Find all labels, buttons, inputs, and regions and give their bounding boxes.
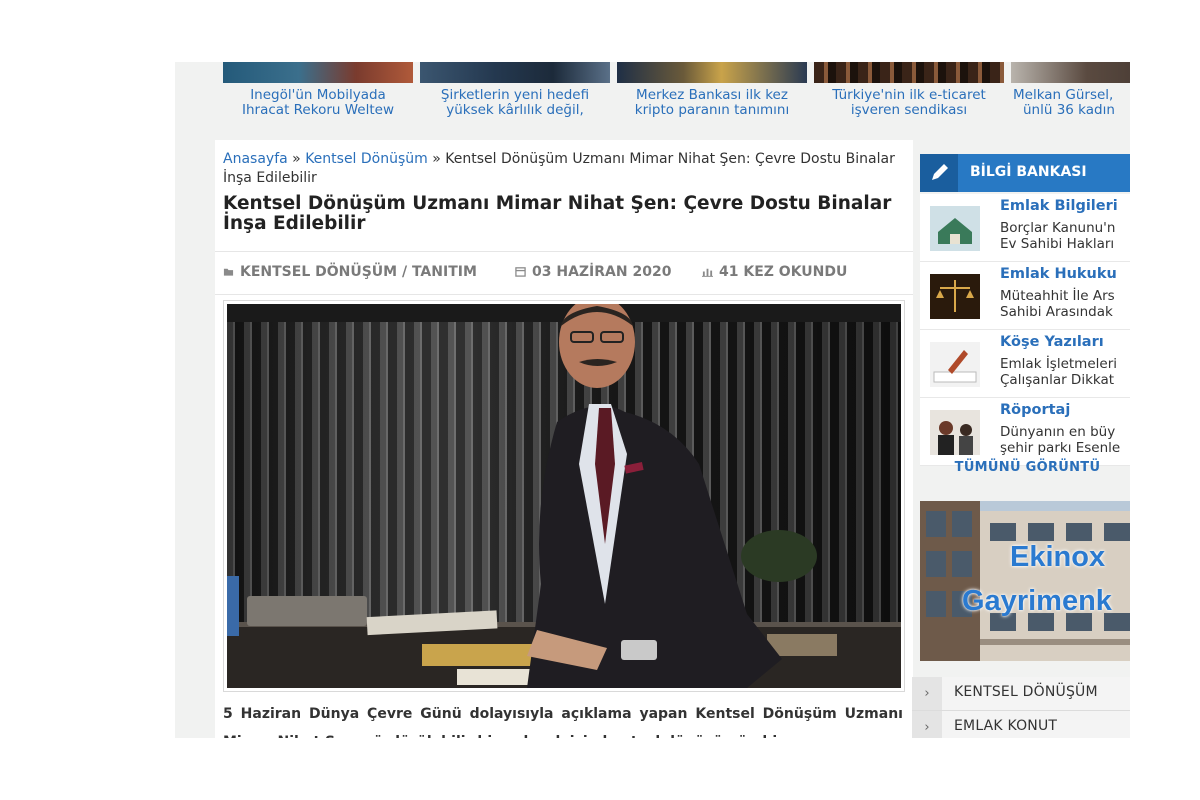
breadcrumb-category-link[interactable]: Kentsel Dönüşüm: [305, 151, 428, 167]
kb-item-line1[interactable]: Müteahhit İle Ars: [1000, 288, 1115, 304]
breadcrumb: Anasayfa » Kentsel Dönüşüm » Kentsel Dön…: [223, 150, 903, 188]
house-icon: [930, 206, 980, 251]
pen-icon: [932, 164, 948, 180]
chevron-right-icon: ›: [912, 677, 942, 710]
browser-viewport: İnegöl'ün Mobilyada İhracat Rekoru Welte…: [175, 62, 1130, 738]
kb-thumbnail[interactable]: [930, 206, 980, 251]
category-label[interactable]: KENTSEL DÖNÜŞÜM: [954, 684, 1098, 700]
breadcrumb-separator: »: [432, 151, 441, 167]
news-title-line2[interactable]: yüksek kârlılık değil,: [420, 103, 610, 118]
article-category-text[interactable]: KENTSEL DÖNÜŞÜM / TANITIM: [240, 264, 477, 280]
breadcrumb-home-link[interactable]: Anasayfa: [223, 151, 288, 167]
article-date-text: 03 HAZİRAN 2020: [532, 264, 672, 280]
news-card[interactable]: İnegöl'ün Mobilyada İhracat Rekoru Welte…: [223, 62, 413, 124]
knowledge-base-item[interactable]: Emlak Bilgileri Borçlar Kanunu'n Ev Sahi…: [920, 194, 1130, 262]
breadcrumb-separator: »: [292, 151, 301, 167]
kb-item-line1[interactable]: Borçlar Kanunu'n: [1000, 220, 1115, 236]
news-thumbnail[interactable]: [814, 62, 1004, 83]
pen-icon-box: [920, 154, 958, 192]
writing-pen-icon: [930, 342, 980, 387]
kb-item-line1[interactable]: Emlak İşletmeleri: [1000, 356, 1117, 372]
knowledge-base-header: BİLGİ BANKASI: [920, 154, 1130, 192]
category-label[interactable]: EMLAK KONUT: [954, 718, 1057, 734]
news-thumbnail[interactable]: [617, 62, 807, 83]
news-title-line1[interactable]: İnegöl'ün Mobilyada: [223, 88, 413, 103]
ad-line1[interactable]: Ekinox: [1010, 541, 1105, 574]
article-views-text: 41 KEZ OKUNDU: [719, 264, 848, 280]
view-all-link[interactable]: TÜMÜNÜ GÖRÜNTÜ: [920, 460, 1130, 475]
article-date: 03 HAZİRAN 2020: [515, 264, 671, 280]
kb-item-line2[interactable]: Çalışanlar Dikkat: [1000, 372, 1114, 388]
hero-image[interactable]: [227, 304, 901, 688]
news-thumbnail[interactable]: [223, 62, 413, 83]
article-main: Anasayfa » Kentsel Dönüşüm » Kentsel Dön…: [215, 140, 913, 738]
ad-banner[interactable]: Ekinox Gayrimenk: [920, 501, 1130, 661]
kb-item-line1[interactable]: Dünyanın en büy: [1000, 424, 1115, 440]
kb-item-title[interactable]: Köşe Yazıları: [1000, 334, 1104, 350]
building-illustration: [920, 501, 1130, 661]
kb-item-line2[interactable]: Ev Sahibi Hakları: [1000, 236, 1114, 252]
kb-thumbnail[interactable]: [930, 274, 980, 319]
page-title: Kentsel Dönüşüm Uzmanı Mimar Nihat Şen: …: [223, 193, 892, 234]
interview-people-icon: [930, 410, 980, 455]
kb-item-line2[interactable]: Sahibi Arasındak: [1000, 304, 1113, 320]
kb-thumbnail[interactable]: [930, 410, 980, 455]
news-title-line1[interactable]: Melkan Gürsel,: [1011, 88, 1130, 103]
kb-item-title[interactable]: Emlak Hukuku: [1000, 266, 1117, 282]
knowledge-base-item[interactable]: Köşe Yazıları Emlak İşletmeleri Çalışanl…: [920, 330, 1130, 398]
knowledge-base-item[interactable]: Emlak Hukuku Müteahhit İle Ars Sahibi Ar…: [920, 262, 1130, 330]
kb-item-line2[interactable]: şehir parkı Esenle: [1000, 440, 1120, 456]
news-strip: İnegöl'ün Mobilyada İhracat Rekoru Welte…: [223, 62, 1130, 124]
bar-chart-icon: [702, 268, 713, 277]
news-card[interactable]: Melkan Gürsel, ünlü 36 kadın: [1011, 62, 1130, 124]
news-title-line1[interactable]: Şirketlerin yeni hedefi: [420, 88, 610, 103]
sidebar: BİLGİ BANKASI Emlak Bilgileri Borçlar Ka…: [912, 152, 1130, 738]
folder-icon: [223, 268, 234, 276]
news-title-line2[interactable]: ünlü 36 kadın: [1011, 103, 1130, 118]
hero-image-frame: [223, 300, 905, 692]
scales-icon: [930, 274, 980, 319]
news-title-line2[interactable]: İhracat Rekoru Weltew: [223, 103, 413, 118]
article-lead: 5 Haziran Dünya Çevre Günü dolayısıyla a…: [223, 706, 903, 738]
news-title-line1[interactable]: Türkiye'nin ilk e-ticaret: [814, 88, 1004, 103]
news-thumbnail[interactable]: [420, 62, 610, 83]
category-item[interactable]: › KENTSEL DÖNÜŞÜM: [912, 677, 1130, 711]
kb-item-title[interactable]: Röportaj: [1000, 402, 1070, 418]
calendar-icon: [515, 267, 526, 277]
article-views: 41 KEZ OKUNDU: [702, 264, 847, 280]
article-category[interactable]: KENTSEL DÖNÜŞÜM / TANITIM: [223, 264, 477, 280]
article-meta-bar: KENTSEL DÖNÜŞÜM / TANITIM 03 HAZİRAN 202…: [215, 251, 913, 295]
news-card[interactable]: Şirketlerin yeni hedefi yüksek kârlılık …: [420, 62, 610, 124]
ad-line2[interactable]: Gayrimenk: [962, 585, 1112, 618]
news-card[interactable]: Merkez Bankası ilk kez kripto paranın ta…: [617, 62, 807, 124]
chevron-right-icon: ›: [912, 711, 942, 738]
hero-photo-illustration: [227, 304, 901, 688]
news-title-line2[interactable]: kripto paranın tanımını: [617, 103, 807, 118]
kb-thumbnail[interactable]: [930, 342, 980, 387]
category-item[interactable]: › EMLAK KONUT: [912, 711, 1130, 738]
knowledge-base-item[interactable]: Röportaj Dünyanın en büy şehir parkı Ese…: [920, 398, 1130, 466]
news-card[interactable]: Türkiye'nin ilk e-ticaret işveren sendik…: [814, 62, 1004, 124]
news-thumbnail[interactable]: [1011, 62, 1130, 83]
news-title-line2[interactable]: işveren sendikası: [814, 103, 1004, 118]
kb-item-title[interactable]: Emlak Bilgileri: [1000, 198, 1118, 214]
news-title-line1[interactable]: Merkez Bankası ilk kez: [617, 88, 807, 103]
knowledge-base-title: BİLGİ BANKASI: [970, 164, 1087, 180]
